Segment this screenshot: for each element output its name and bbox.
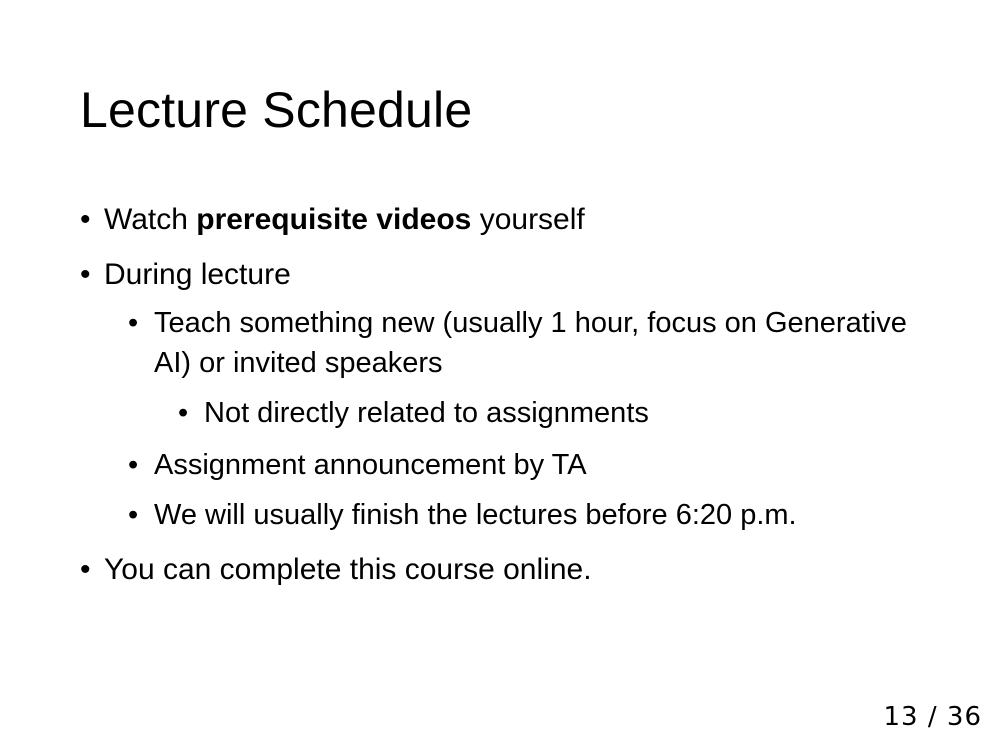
sub-bullet-item: • Assignment announcement by TA [80, 445, 920, 485]
bullet-text: Teach something new (usually 1 hour, foc… [154, 307, 907, 379]
page-current: 13 [883, 702, 919, 732]
bullet-dot: • [128, 449, 139, 481]
bullet-text-bold: prerequisite videos [196, 203, 472, 236]
bullet-text-post: yourself [471, 203, 585, 236]
bullet-item: • You can complete this course online. [80, 550, 920, 590]
page-number: 13 / 36 [884, 702, 982, 732]
bullet-item: • During lecture [80, 255, 920, 295]
sub-sub-bullet-item: • Not directly related to assignments [80, 393, 920, 433]
bullet-text: Assignment announcement by TA [154, 449, 587, 481]
page-separator: / [927, 702, 938, 732]
bullet-list: • Watch prerequisite videos yourself • D… [80, 200, 920, 605]
bullet-dot: • [80, 553, 91, 586]
page-total: 36 [946, 702, 982, 732]
sub-bullet-item: • We will usually finish the lectures be… [80, 495, 920, 535]
bullet-item: • Watch prerequisite videos yourself [80, 200, 920, 240]
bullet-dot: • [128, 307, 139, 339]
bullet-text: Not directly related to assignments [204, 397, 649, 429]
bullet-text: During lecture [104, 258, 291, 291]
bullet-dot: • [178, 397, 189, 429]
slide-title: Lecture Schedule [80, 82, 473, 138]
bullet-dot: • [80, 258, 91, 291]
sub-bullet-item: • Teach something new (usually 1 hour, f… [80, 303, 920, 383]
bullet-dot: • [128, 499, 139, 531]
bullet-text: We will usually finish the lectures befo… [154, 499, 797, 531]
bullet-dot: • [80, 203, 91, 236]
bullet-text: You can complete this course online. [104, 553, 592, 586]
bullet-text-pre: Watch [104, 203, 197, 236]
slide: Lecture Schedule • Watch prerequisite vi… [0, 0, 1000, 750]
